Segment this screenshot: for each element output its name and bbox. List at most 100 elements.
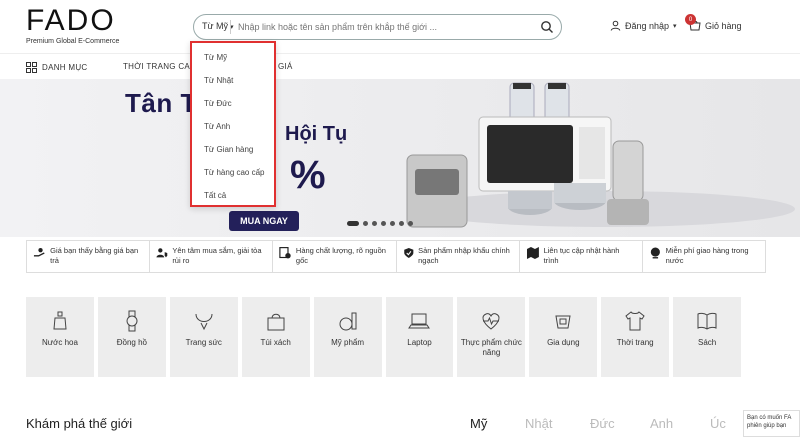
carousel-dot[interactable] xyxy=(363,221,368,226)
hero-banner[interactable]: Tân Tổ Ấm Hội Tụ % MUA NGAY xyxy=(0,79,800,237)
search-source-label: Từ Mỹ xyxy=(202,21,229,31)
feature-text: Miễn phí giao hàng trong nước xyxy=(665,246,749,265)
category-tile[interactable]: Mỹ phẩm xyxy=(313,297,382,377)
category-label: Thời trang xyxy=(616,338,654,347)
category-label: Trang sức xyxy=(185,338,222,347)
category-label: Mỹ phẩm xyxy=(331,338,365,347)
map-icon xyxy=(526,247,539,259)
handbag-icon xyxy=(267,313,285,331)
search-icon[interactable] xyxy=(540,20,554,34)
banner-percent: % xyxy=(290,153,326,197)
dropdown-option-store[interactable]: Từ Gian hàng xyxy=(204,145,253,154)
feature-text: Liên tục cập nhật hành trình xyxy=(543,246,620,265)
search-source-dropdown: Từ Mỹ Từ Nhật Từ Đức Từ Anh Từ Gian hàng… xyxy=(190,41,276,207)
feature-item: Hàng chất lượng, rõ nguồn gốc xyxy=(273,241,397,272)
feature-strip: Giá bạn thấy bằng giá bạn trả Yên tâm mu… xyxy=(26,240,766,273)
carousel-dot[interactable] xyxy=(347,221,359,226)
category-label: Nước hoa xyxy=(41,338,78,347)
search-divider xyxy=(230,20,231,34)
search-input[interactable] xyxy=(238,18,528,36)
category-tile[interactable]: Nước hoa xyxy=(26,297,94,377)
carousel-dot[interactable] xyxy=(408,221,413,226)
hand-money-icon xyxy=(33,248,45,257)
category-label: Đồng hồ xyxy=(116,338,147,347)
quality-check-icon xyxy=(279,247,292,259)
carousel-dot[interactable] xyxy=(372,221,377,226)
dropdown-option-premium[interactable]: Từ hàng cao cấp xyxy=(204,168,265,177)
chat-popup[interactable]: Bạn có muốn FA phiên giúp bạn xyxy=(743,410,800,437)
shield-user-icon xyxy=(156,248,168,258)
shirt-icon xyxy=(625,311,645,331)
household-icon xyxy=(555,315,571,329)
feature-text: Sản phẩm nhập khẩu chính ngạch xyxy=(418,246,510,265)
dropdown-option-us[interactable]: Từ Mỹ xyxy=(204,53,227,62)
appliances-illustration xyxy=(406,82,795,228)
main-nav: DANH MỤC THỜI TRANG CAO C GIÁ xyxy=(0,53,800,79)
search-source-select[interactable]: Từ Mỹ ▾ xyxy=(202,21,234,31)
category-tile[interactable]: Đồng hồ xyxy=(97,297,166,377)
category-tile[interactable]: Thời trang xyxy=(601,297,670,377)
shield-check-icon xyxy=(403,248,413,258)
carousel-dots xyxy=(347,221,413,226)
login-button[interactable]: Đăng nhập ▾ xyxy=(610,20,677,31)
cart-count-badge: 0 xyxy=(685,14,696,25)
cart-button[interactable]: 0 Giỏ hàng xyxy=(685,14,742,32)
watch-icon xyxy=(126,310,138,332)
category-label: Thực phẩm chức năng xyxy=(460,338,522,357)
category-label: Gia dụng xyxy=(547,338,580,347)
feature-item: Liên tục cập nhật hành trình xyxy=(520,241,643,272)
grid-icon xyxy=(26,62,37,73)
necklace-icon xyxy=(195,313,213,331)
category-tile[interactable]: Gia dụng xyxy=(529,297,598,377)
search-bar: Từ Mỹ ▾ xyxy=(193,14,562,40)
chevron-down-icon: ▾ xyxy=(673,22,677,30)
cosmetics-icon xyxy=(339,312,357,331)
cart-icon-wrap: 0 xyxy=(685,14,701,32)
feature-item: Miễn phí giao hàng trong nước xyxy=(643,241,765,272)
dropdown-option-japan[interactable]: Từ Nhật xyxy=(204,76,233,85)
perfume-icon xyxy=(53,311,67,330)
feature-text: Giá bạn thấy bằng giá bạn trả xyxy=(50,246,139,265)
logo-text[interactable]: FADO xyxy=(26,6,119,36)
logo-tagline: Premium Global E-Commerce xyxy=(26,38,120,45)
dropdown-option-all[interactable]: Tất cả xyxy=(204,191,226,200)
feature-item: Yên tâm mua sắm, giải tỏa rủi ro xyxy=(150,241,274,272)
tab-usa[interactable]: Mỹ xyxy=(470,416,487,431)
feature-item: Giá bạn thấy bằng giá bạn trả xyxy=(27,241,151,272)
category-tile[interactable]: Trang sức xyxy=(169,297,238,377)
nav-categories[interactable]: DANH MỤC xyxy=(26,62,88,73)
carousel-dot[interactable] xyxy=(390,221,395,226)
category-tile[interactable]: Túi xách xyxy=(241,297,310,377)
site-header: FADO Premium Global E-Commerce Từ Mỹ▾ Đă… xyxy=(0,0,800,52)
book-icon xyxy=(697,312,717,330)
shop-now-button[interactable]: MUA NGAY xyxy=(229,211,299,231)
cart-label: Giỏ hàng xyxy=(705,21,742,31)
tab-japan[interactable]: Nhật xyxy=(525,416,552,431)
heartbeat-icon xyxy=(482,313,500,330)
feature-text: Hàng chất lượng, rõ nguồn gốc xyxy=(295,246,386,265)
tab-uk[interactable]: Anh xyxy=(650,416,673,431)
category-label: Túi xách xyxy=(260,338,291,347)
fado-logo[interactable]: FADO Premium Global E-Commerce xyxy=(26,6,120,46)
dropdown-option-uk[interactable]: Từ Anh xyxy=(204,122,230,131)
feature-item: Sản phẩm nhập khẩu chính ngạch xyxy=(397,241,520,272)
user-icon xyxy=(610,20,621,31)
category-label: Laptop xyxy=(407,338,432,347)
feature-text: Yên tâm mua sắm, giải tỏa rủi ro xyxy=(172,246,262,265)
nav-categories-label: DANH MỤC xyxy=(42,63,88,72)
category-tile[interactable]: Laptop xyxy=(385,297,454,377)
category-tile[interactable]: Thực phẩm chức năng xyxy=(457,297,526,377)
carousel-dot[interactable] xyxy=(381,221,386,226)
login-label: Đăng nhập xyxy=(625,20,670,31)
tab-germany[interactable]: Đức xyxy=(590,416,615,431)
category-grid: Nước hoa Đồng hồ Trang sức Túi xách Mỹ p… xyxy=(26,297,742,377)
tab-australia[interactable]: Úc xyxy=(710,416,726,431)
nav-item-price[interactable]: GIÁ xyxy=(278,62,293,71)
globe-icon xyxy=(650,247,660,259)
carousel-dot[interactable] xyxy=(399,221,404,226)
laptop-icon xyxy=(408,313,431,329)
explore-title: Khám phá thế giới xyxy=(26,416,133,431)
dropdown-option-germany[interactable]: Từ Đức xyxy=(204,99,232,108)
banner-subtitle: Hội Tụ xyxy=(285,123,348,145)
category-tile[interactable]: Sách xyxy=(673,297,742,377)
